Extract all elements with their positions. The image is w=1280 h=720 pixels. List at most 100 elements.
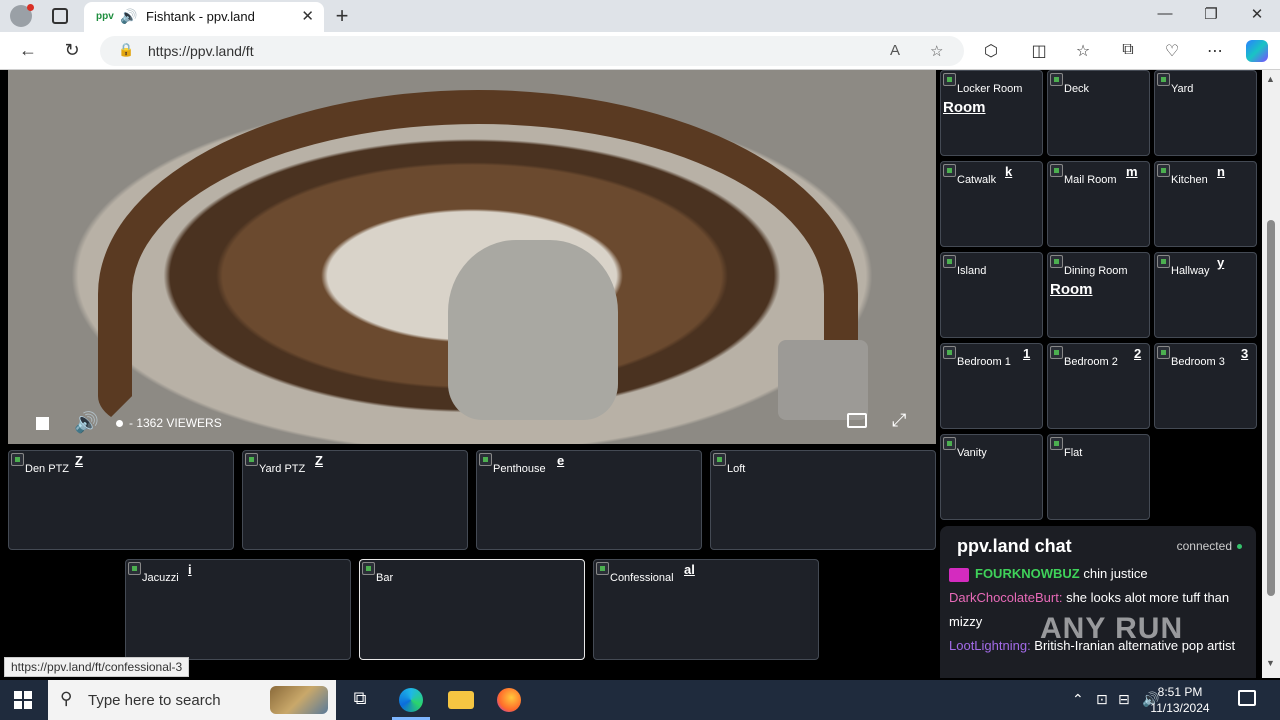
favorites-icon[interactable]: ☆ <box>1072 41 1094 61</box>
cam-alt-text: 1 <box>1023 346 1031 361</box>
broken-image-icon <box>943 346 956 359</box>
minimize-button[interactable]: — <box>1142 5 1188 22</box>
file-explorer-icon[interactable] <box>448 691 474 709</box>
refresh-icon[interactable]: ↻ <box>60 40 84 61</box>
scroll-up-icon[interactable]: ▲ <box>1266 74 1275 84</box>
close-window-button[interactable]: ✕ <box>1234 5 1280 23</box>
back-icon[interactable]: ← <box>16 40 40 61</box>
volume-icon[interactable]: 🔊 <box>74 410 99 435</box>
cam-label: Loft <box>727 463 746 475</box>
cam-tile-catwalk[interactable]: Catwalk k <box>940 161 1043 247</box>
cam-alt-text: 3 <box>1241 346 1249 361</box>
cam-label: Bedroom 1 <box>957 356 1011 368</box>
cam-label: Hallway <box>1171 265 1210 277</box>
chat-username[interactable]: LootLightning: <box>949 638 1031 653</box>
browser-essentials-icon[interactable]: ♡ <box>1161 41 1183 61</box>
favorite-star-icon[interactable]: ☆ <box>930 42 943 60</box>
cam-tile-deck[interactable]: Deck <box>1047 70 1150 156</box>
lock-icon[interactable]: 🔒 <box>118 42 134 58</box>
bar-stool-scene <box>448 240 618 420</box>
cam-alt-text: Room <box>943 99 986 116</box>
broken-image-icon <box>943 437 956 450</box>
cam-label: Locker Room <box>957 83 1023 95</box>
chat-title: ppv.land chat <box>957 536 1072 556</box>
stop-button[interactable] <box>36 417 49 430</box>
cam-tile-den-ptz[interactable]: Den PTZ Z <box>8 450 234 550</box>
cam-tile-penthouse[interactable]: Penthouse e <box>476 450 702 550</box>
cam-tile-locker-room[interactable]: Locker Room Room <box>940 70 1043 156</box>
profile-avatar[interactable] <box>10 4 34 27</box>
cam-tile-kitchen[interactable]: Kitchen n <box>1154 161 1257 247</box>
cam-label: Penthouse <box>493 463 546 475</box>
cam-alt-text: e <box>557 453 565 468</box>
network-icon[interactable]: ⊟ <box>1118 691 1130 708</box>
cam-tile-flat[interactable]: Flat <box>1047 434 1150 520</box>
cam-tile-bedroom-3[interactable]: Bedroom 3 3 <box>1154 343 1257 429</box>
cam-tile-jacuzzi[interactable]: Jacuzzi i <box>125 559 351 660</box>
cam-tile-yard[interactable]: Yard <box>1154 70 1257 156</box>
tray-device-icon[interactable]: ⊡ <box>1096 691 1108 708</box>
cam-tile-bedroom-1[interactable]: Bedroom 1 1 <box>940 343 1043 429</box>
taskbar-clock[interactable]: 8:51 PM 11/13/2024 <box>1130 684 1230 716</box>
close-tab-icon[interactable]: ✕ <box>301 7 314 25</box>
page-scrollbar[interactable]: ▲ ▼ <box>1262 70 1280 678</box>
split-screen-icon[interactable]: ◫ <box>1028 41 1050 61</box>
video-player[interactable]: 🔊 - 1362 VIEWERS ⤢ <box>8 70 936 444</box>
cam-tile-mail-room[interactable]: Mail Room m <box>1047 161 1150 247</box>
chat-username[interactable]: DarkChocolateBurt: <box>949 590 1062 605</box>
extensions-icon[interactable]: ⬡ <box>980 41 1002 61</box>
tray-chevron-icon[interactable]: ⌃ <box>1072 691 1084 708</box>
cam-tile-island[interactable]: Island <box>940 252 1043 338</box>
broken-image-icon <box>1050 255 1063 268</box>
anyrun-watermark: ANY RUN <box>1040 612 1184 645</box>
address-bar[interactable]: 🔒 https://ppv.land/ft A ☆ <box>100 36 964 66</box>
fullscreen-icon[interactable]: ⤢ <box>892 410 906 431</box>
windows-start-icon[interactable] <box>14 691 32 709</box>
connection-status-text: connected <box>1176 539 1232 553</box>
cam-tile-confessional[interactable]: Confessional al <box>593 559 819 660</box>
tab-actions-icon[interactable] <box>52 8 68 24</box>
emote-icon <box>949 567 969 582</box>
scroll-down-icon[interactable]: ▼ <box>1266 658 1275 668</box>
edge-icon[interactable] <box>399 688 423 712</box>
url-text[interactable]: https://ppv.land/ft <box>148 43 254 59</box>
task-view-icon[interactable]: ⧉ <box>347 688 373 712</box>
maximize-button[interactable]: ❐ <box>1188 5 1234 23</box>
read-aloud-icon[interactable]: A <box>890 42 900 59</box>
cam-label: Yard PTZ <box>259 463 306 475</box>
picture-in-picture-button[interactable] <box>847 413 867 428</box>
notification-icon[interactable] <box>1238 690 1256 706</box>
tab-title: Fishtank - ppv.land <box>146 9 255 24</box>
viewer-count: - 1362 VIEWERS <box>116 416 222 430</box>
broken-image-icon <box>1050 346 1063 359</box>
scrollbar-thumb[interactable] <box>1267 220 1275 596</box>
firefox-icon[interactable] <box>497 688 521 712</box>
page-content: 🔊 - 1362 VIEWERS ⤢ Den PTZ Z Yard PTZ Z … <box>0 70 1262 678</box>
cam-tile-bedroom-2[interactable]: Bedroom 2 2 <box>1047 343 1150 429</box>
copilot-icon[interactable] <box>1246 40 1268 62</box>
cam-tile-hallway[interactable]: Hallway y <box>1154 252 1257 338</box>
cam-tile-bar[interactable]: Bar <box>359 559 585 660</box>
broken-image-icon <box>11 453 24 466</box>
cam-alt-text: i <box>188 562 192 577</box>
browser-tab-bar: ppv 🔊 Fishtank - ppv.land ✕ + — ❐ ✕ <box>0 0 1280 32</box>
cam-tile-loft[interactable]: Loft <box>710 450 936 550</box>
broken-image-icon <box>1050 164 1063 177</box>
new-tab-button[interactable]: + <box>330 3 354 29</box>
cam-tile-yard-ptz[interactable]: Yard PTZ Z <box>242 450 468 550</box>
cam-label: Dining Room <box>1064 265 1128 277</box>
more-menu-icon[interactable]: ⋯ <box>1204 41 1226 61</box>
chat-username[interactable]: FOURKNOWBUZ <box>975 566 1080 581</box>
chat-text: chin justice <box>1083 566 1148 581</box>
taskbar-search[interactable]: ⚲ Type here to search <box>48 680 336 720</box>
cam-alt-text: k <box>1005 164 1013 179</box>
connection-status: connected <box>1176 539 1242 553</box>
browser-tab[interactable]: ppv 🔊 Fishtank - ppv.land ✕ <box>84 2 324 32</box>
cam-alt-text: Z <box>315 453 323 468</box>
cam-tile-dining-room[interactable]: Dining Room Room <box>1047 252 1150 338</box>
cam-alt-text: y <box>1217 255 1225 270</box>
speaker-icon[interactable]: 🔊 <box>120 8 137 25</box>
cam-label: Flat <box>1064 447 1083 459</box>
cam-tile-vanity[interactable]: Vanity <box>940 434 1043 520</box>
collections-icon[interactable]: ⧉ <box>1117 41 1139 59</box>
